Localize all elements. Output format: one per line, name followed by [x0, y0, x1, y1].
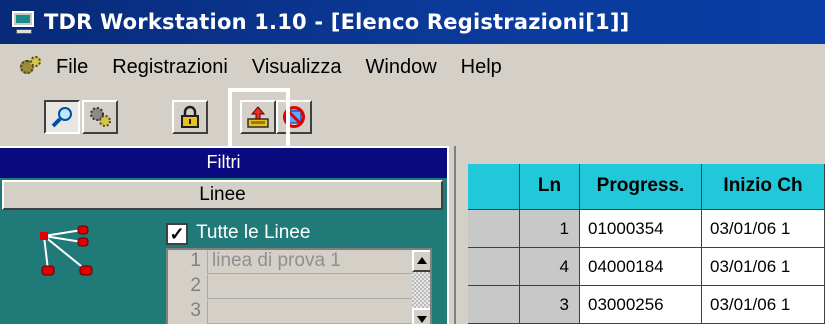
- panel-splitter[interactable]: [447, 146, 456, 324]
- all-lines-label: Tutte le Linee: [196, 222, 311, 243]
- row-selector[interactable]: [468, 286, 520, 324]
- menu-help[interactable]: Help: [461, 56, 502, 79]
- line-number: 3: [168, 300, 208, 324]
- column-header-progress[interactable]: Progress.: [580, 164, 702, 210]
- menu-bar: File Registrazioni Visualizza Window Hel…: [0, 48, 825, 86]
- scroll-down-button[interactable]: [412, 308, 430, 324]
- lock-button[interactable]: [172, 100, 208, 134]
- list-item[interactable]: 1 linea di prova 1: [168, 250, 412, 274]
- menu-window[interactable]: Window: [366, 56, 437, 79]
- filters-panel: Filtri Linee ✓ Tutte le Linee 1 linea di…: [0, 146, 447, 324]
- cell-ln[interactable]: 1: [520, 210, 580, 248]
- list-scrollbar[interactable]: [412, 250, 430, 324]
- arrow-down-icon: [417, 316, 427, 323]
- row-selector[interactable]: [468, 248, 520, 286]
- cell-start[interactable]: 03/01/06 1: [702, 286, 825, 324]
- computer-icon: [10, 8, 38, 36]
- lines-filter-button[interactable]: Linee: [2, 180, 443, 210]
- toolbar: [0, 92, 825, 140]
- cell-ln[interactable]: 3: [520, 286, 580, 324]
- row-selector[interactable]: [468, 210, 520, 248]
- arrow-up-icon: [417, 257, 427, 264]
- search-button[interactable]: [44, 100, 80, 134]
- lines-list[interactable]: 1 linea di prova 1 2 3: [166, 248, 432, 324]
- column-header-ln[interactable]: Ln: [520, 164, 580, 210]
- cell-progress[interactable]: 03000256: [580, 286, 702, 324]
- settings-button[interactable]: [82, 100, 118, 134]
- cell-ln[interactable]: 4: [520, 248, 580, 286]
- magnifier-icon: [51, 107, 72, 128]
- highlight-box: [228, 88, 290, 152]
- filters-header: Filtri: [0, 148, 447, 178]
- window-title: TDR Workstation 1.10 - [Elenco Registraz…: [44, 10, 630, 34]
- all-lines-checkbox[interactable]: ✓: [166, 223, 188, 245]
- line-name: linea di prova 1: [212, 250, 341, 271]
- list-item[interactable]: 2: [168, 275, 412, 299]
- column-header-selector[interactable]: [468, 164, 520, 210]
- network-icon: [40, 225, 93, 276]
- column-header-start[interactable]: Inizio Ch: [702, 164, 825, 210]
- gears-icon[interactable]: [20, 56, 42, 78]
- line-number: 2: [168, 275, 208, 299]
- list-item[interactable]: 3: [168, 300, 412, 324]
- title-bar: TDR Workstation 1.10 - [Elenco Registraz…: [0, 0, 825, 44]
- menu-registrazioni[interactable]: Registrazioni: [112, 56, 228, 79]
- cell-progress[interactable]: 04000184: [580, 248, 702, 286]
- cell-start[interactable]: 03/01/06 1: [702, 210, 825, 248]
- line-number: 1: [168, 250, 208, 274]
- recordings-grid[interactable]: Ln Progress. Inizio Ch 1 01000354 03/01/…: [456, 146, 825, 324]
- menu-file[interactable]: File: [56, 56, 88, 79]
- cell-progress[interactable]: 01000354: [580, 210, 702, 248]
- menu-visualizza[interactable]: Visualizza: [252, 56, 342, 79]
- scroll-up-button[interactable]: [412, 250, 430, 272]
- cell-start[interactable]: 03/01/06 1: [702, 248, 825, 286]
- gears-icon: [90, 107, 111, 127]
- padlock-icon: [181, 105, 199, 128]
